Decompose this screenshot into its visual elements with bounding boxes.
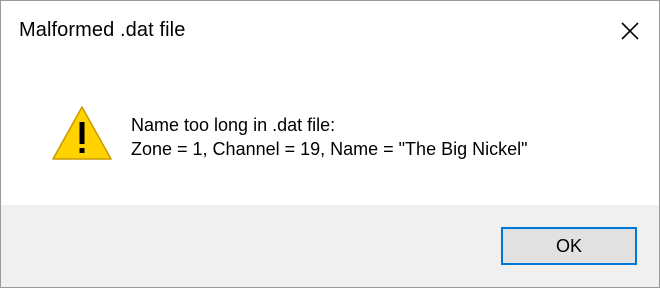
ok-button[interactable]: OK: [501, 227, 637, 265]
close-button[interactable]: [601, 1, 659, 61]
message-line-2: Zone = 1, Channel = 19, Name = "The Big …: [131, 139, 528, 159]
button-bar: OK: [1, 205, 659, 287]
ok-button-label: OK: [555, 235, 582, 256]
dialog-content: Name too long in .dat file: Zone = 1, Ch…: [1, 63, 659, 205]
dialog-title: Malformed .dat file: [19, 19, 186, 41]
warning-icon: [52, 106, 112, 160]
title-bar: Malformed .dat file: [1, 1, 659, 63]
message-line-1: Name too long in .dat file:: [131, 115, 336, 135]
message-text: Name too long in .dat file: Zone = 1, Ch…: [131, 113, 528, 161]
message-dialog: Malformed .dat file Name too long in .da…: [0, 0, 660, 288]
close-icon: [621, 22, 639, 40]
